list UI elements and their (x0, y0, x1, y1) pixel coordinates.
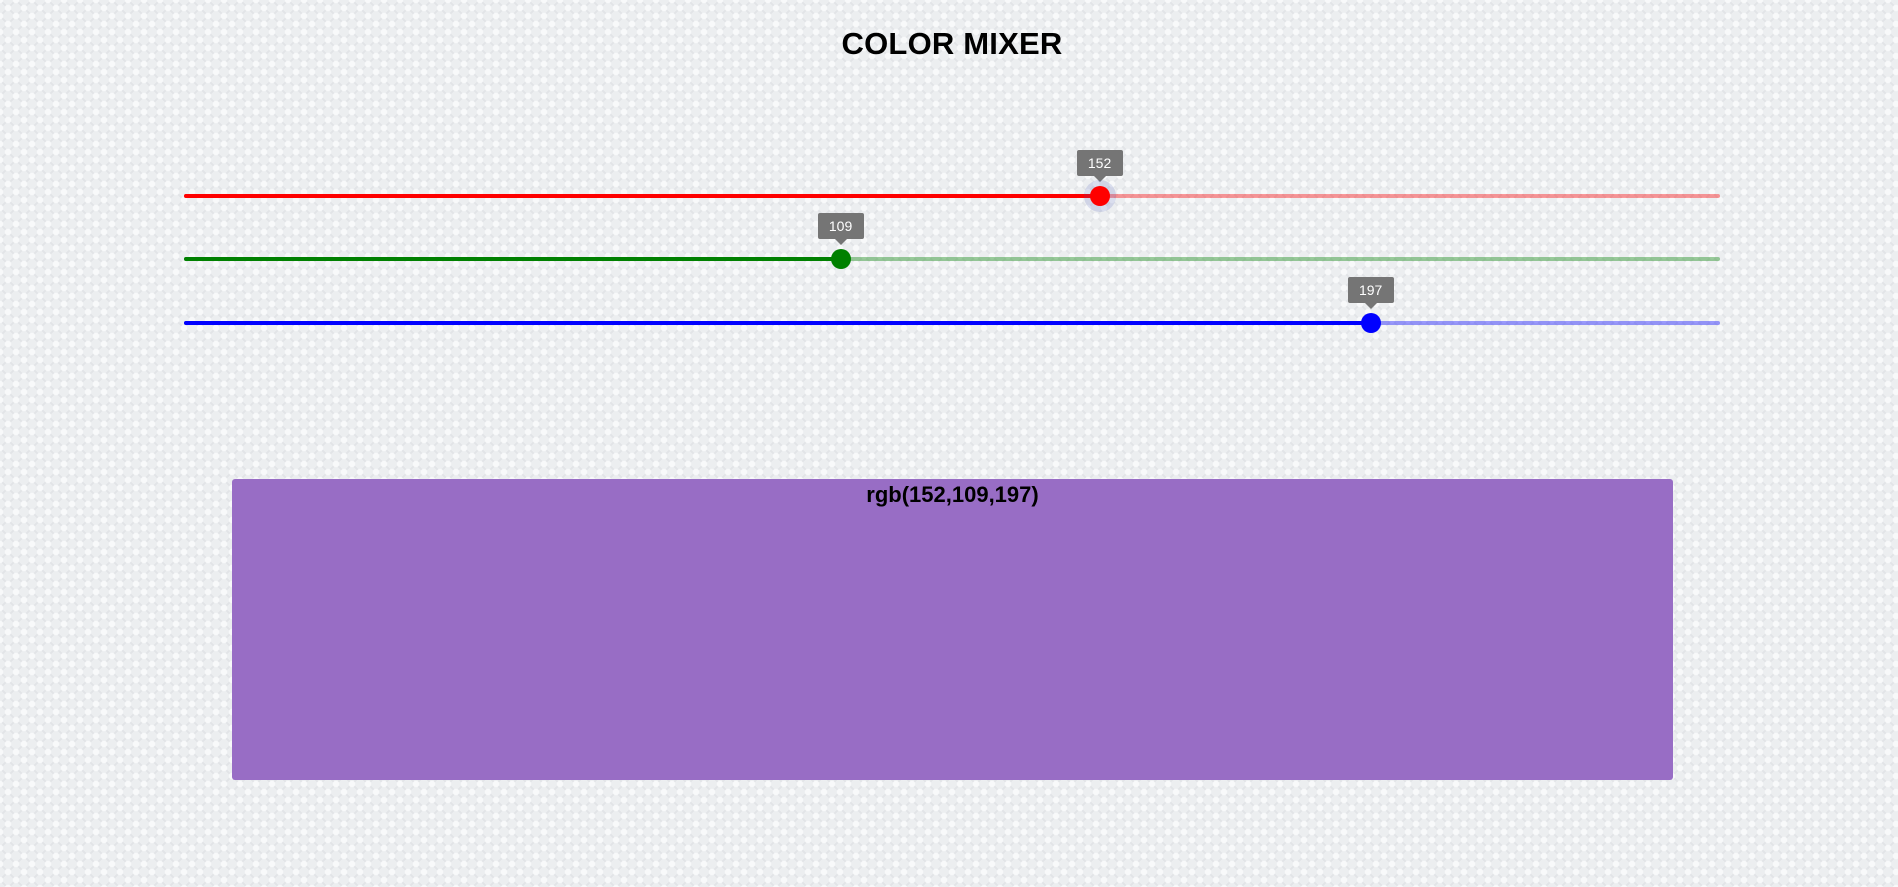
green-slider[interactable]: 109 (184, 213, 1720, 271)
rgb-readout: rgb(152,109,197) (866, 482, 1039, 507)
red-value-label: 152 (1076, 150, 1123, 182)
blue-value-label: 197 (1347, 277, 1394, 309)
color-preview: rgb(152,109,197) (232, 479, 1673, 780)
blue-slider-track[interactable] (184, 321, 1371, 325)
green-slider-thumb[interactable] (830, 249, 851, 269)
blue-slider[interactable]: 197 (184, 277, 1720, 335)
blue-slider-thumb[interactable] (1360, 313, 1381, 333)
red-slider-thumb[interactable] (1089, 186, 1110, 206)
green-slider-track[interactable] (184, 257, 841, 261)
page-title: COLOR MIXER (841, 26, 1063, 61)
red-slider-track[interactable] (184, 194, 1100, 198)
green-value-label: 109 (817, 213, 864, 245)
red-slider[interactable]: 152 (184, 150, 1720, 208)
